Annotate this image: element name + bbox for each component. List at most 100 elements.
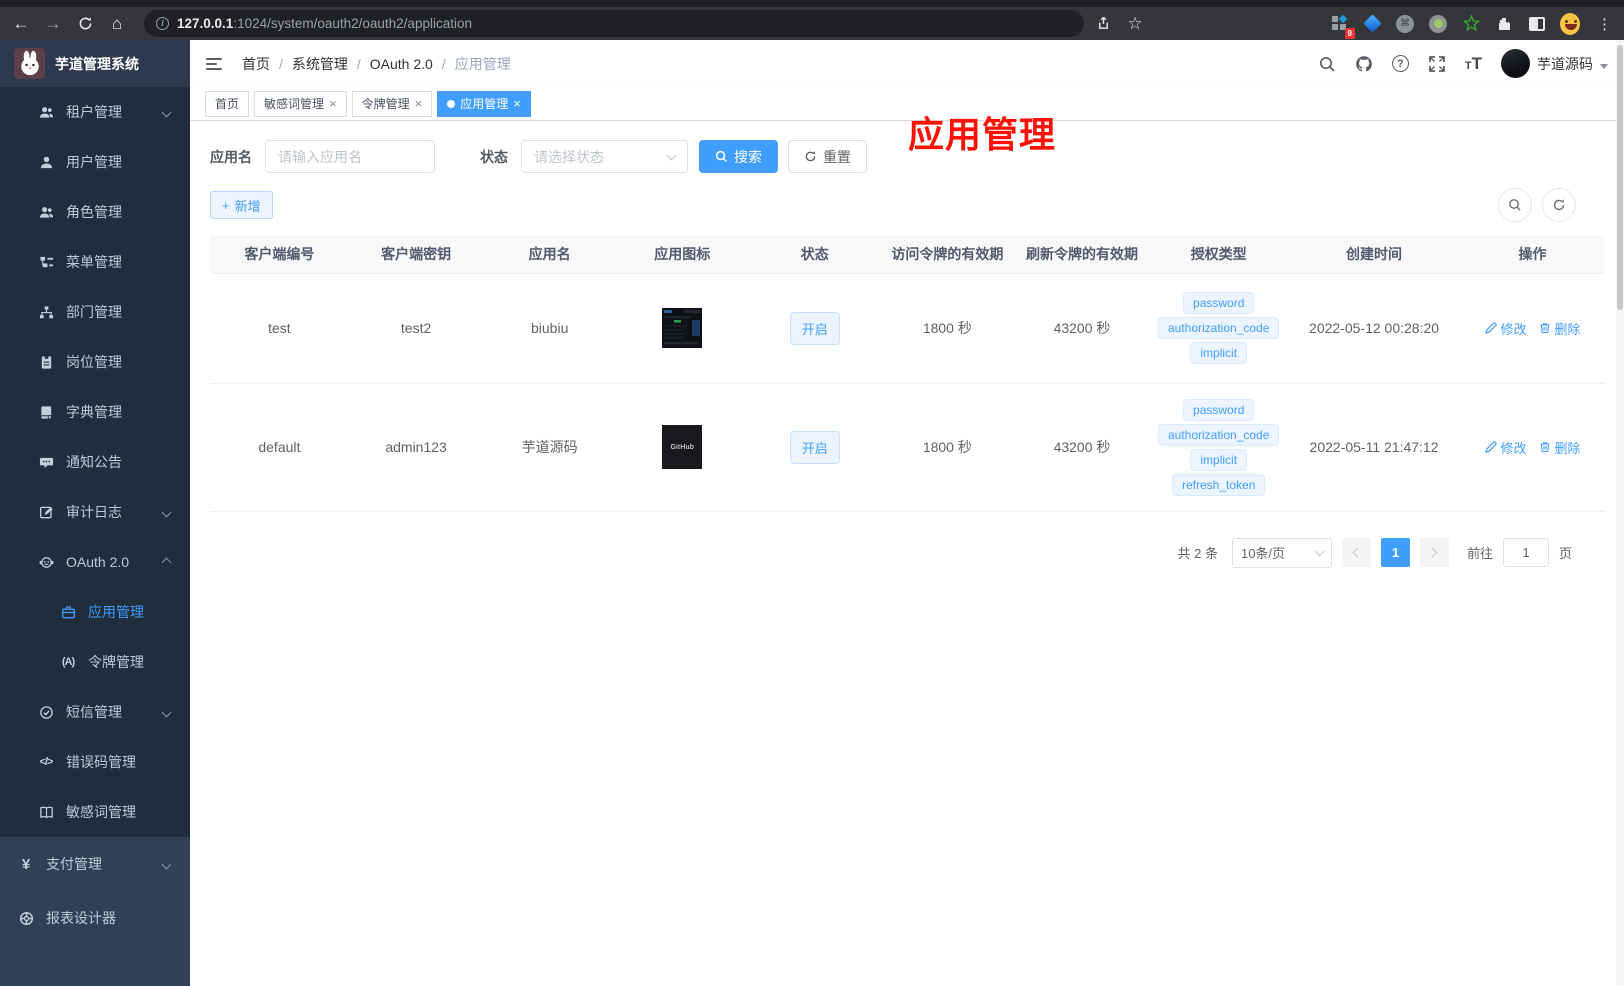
app-name-input[interactable] [265, 140, 435, 173]
sidebar-item-token-management[interactable]: (A) 令牌管理 [0, 637, 190, 687]
sidebar-item-label: 令牌管理 [88, 654, 144, 670]
breadcrumb-separator: / [441, 55, 446, 72]
sidebar-item-audit-log[interactable]: 审计日志 [0, 487, 190, 537]
refresh-table-button[interactable] [1542, 188, 1576, 222]
toggle-search-button[interactable] [1498, 188, 1532, 222]
close-icon[interactable]: × [513, 97, 521, 110]
cell-client-id: test [210, 273, 349, 384]
sidebar-item-label: 报表设计器 [46, 910, 116, 926]
extension-tiles-icon[interactable]: 9 [1329, 14, 1355, 39]
site-info-icon[interactable]: i [156, 17, 169, 30]
sidebar-item-notice-management[interactable]: 通知公告 [0, 437, 190, 487]
window-scrollbar[interactable] [1616, 40, 1624, 986]
next-page-button[interactable] [1419, 538, 1449, 567]
sidebar-item-label: 审计日志 [66, 504, 122, 520]
cell-actions: 修改 删除 [1461, 383, 1604, 512]
sidebar-item-pay-management[interactable]: ¥ 支付管理 [0, 837, 190, 891]
edit-link[interactable]: 修改 [1484, 438, 1527, 457]
grant-tag: implicit [1190, 342, 1248, 364]
browser-menu-button[interactable]: ⋮ [1593, 15, 1616, 33]
github-thumbnail[interactable]: GitHub [662, 425, 703, 469]
sidebar-item-application-management[interactable]: 应用管理 [0, 587, 190, 637]
extensions-puzzle-icon[interactable] [1494, 14, 1514, 34]
fullscreen-icon[interactable] [1428, 55, 1446, 73]
sidebar-item-oauth2[interactable]: OAuth 2.0 [0, 537, 190, 587]
tab-sensitive-words[interactable]: 敏感词管理 × [254, 90, 347, 117]
help-icon[interactable]: ? [1391, 55, 1409, 72]
sidebar-item-user-management[interactable]: 用户管理 [0, 137, 190, 187]
logo-bar[interactable]: 芋道管理系统 [0, 40, 190, 87]
sidebar-item-post-management[interactable]: 岗位管理 [0, 337, 190, 387]
extension-star-icon[interactable] [1461, 14, 1481, 34]
tab-token-management[interactable]: 令牌管理 × [351, 90, 433, 117]
browser-back-button[interactable]: ← [8, 11, 34, 37]
sidebar-item-role-management[interactable]: 角色管理 [0, 187, 190, 237]
header-grant-types: 授权类型 [1150, 235, 1288, 274]
browser-home-button[interactable]: ⌂ [104, 11, 130, 37]
grant-tag: password [1183, 292, 1255, 314]
breadcrumb-system[interactable]: 系统管理 [292, 54, 348, 74]
reset-button-label: 重置 [823, 148, 851, 165]
github-icon[interactable] [1355, 55, 1373, 73]
breadcrumb-home[interactable]: 首页 [242, 54, 270, 74]
address-bar[interactable]: i 127.0.0.1:1024/system/oauth2/oauth2/ap… [144, 10, 1084, 37]
sidebar-item-sms-management[interactable]: 短信管理 [0, 687, 190, 737]
profile-avatar[interactable] [1560, 12, 1580, 35]
sidebar-item-report-designer[interactable]: 报表设计器 [0, 891, 190, 945]
add-button[interactable]: + 新增 [210, 191, 273, 219]
extension-gem-icon[interactable] [1362, 14, 1382, 34]
sidebar-toggle-icon[interactable] [206, 54, 226, 74]
extension-record-icon[interactable] [1428, 14, 1448, 34]
tab-application-management[interactable]: 应用管理 × [437, 90, 531, 117]
sidebar-item-errorcode-management[interactable]: </> 错误码管理 [0, 737, 190, 787]
search-icon [715, 150, 728, 163]
chevron-left-icon [1353, 547, 1363, 558]
sidebar-item-menu-management[interactable]: 菜单管理 [0, 237, 190, 287]
status-select[interactable]: 请选择状态 [521, 140, 688, 173]
reset-button[interactable]: 重置 [788, 140, 867, 173]
breadcrumb-oauth2[interactable]: OAuth 2.0 [370, 56, 433, 72]
browser-reload-button[interactable] [72, 11, 98, 37]
search-button[interactable]: 搜索 [699, 140, 778, 173]
users-icon [38, 204, 54, 220]
status-select-placeholder: 请选择状态 [534, 148, 604, 165]
close-icon[interactable]: × [415, 97, 423, 110]
browser-forward-button[interactable]: → [40, 11, 66, 37]
delete-link[interactable]: 删除 [1539, 438, 1581, 457]
app-screenshot-thumbnail[interactable] [662, 308, 703, 348]
header-search-icon[interactable] [1318, 55, 1336, 73]
sidebar-item-tenant-management[interactable]: 租户管理 [0, 87, 190, 137]
extension-command-icon[interactable]: ⌘ [1395, 14, 1415, 34]
scrollbar-thumb[interactable] [1617, 45, 1623, 310]
sidebar-item-sensitive-words[interactable]: 敏感词管理 [0, 787, 190, 837]
delete-link[interactable]: 删除 [1539, 319, 1581, 338]
breadcrumb-separator: / [356, 55, 361, 72]
user-menu[interactable]: 芋道源码 [1501, 49, 1608, 78]
user-name: 芋道源码 [1537, 55, 1593, 72]
grant-tag: implicit [1190, 448, 1248, 471]
side-panel-icon[interactable] [1527, 14, 1547, 34]
bookmark-star-button[interactable]: ☆ [1122, 11, 1148, 37]
edit-link[interactable]: 修改 [1484, 319, 1527, 338]
table-row: test test2 biubiu 开启 1800 秒 43200 秒 pass… [210, 273, 1604, 384]
chevron-down-icon [1600, 64, 1608, 69]
close-icon[interactable]: × [329, 97, 337, 110]
tab-strip [0, 0, 1624, 7]
url-host: 127.0.0.1 [177, 16, 234, 31]
sidebar-item-dept-management[interactable]: 部门管理 [0, 287, 190, 337]
page-size-select[interactable]: 10条/页 [1231, 537, 1332, 568]
share-button[interactable] [1090, 11, 1116, 37]
chevron-down-icon [1314, 546, 1325, 556]
chevron-up-icon [161, 557, 172, 567]
prev-page-button[interactable] [1341, 538, 1371, 567]
extension-badge: 9 [1344, 27, 1355, 39]
page-number-button[interactable]: 1 [1380, 538, 1410, 567]
tab-home[interactable]: 首页 [205, 90, 250, 117]
refresh-icon [1553, 199, 1565, 211]
cell-grant-types: password authorization_code implicit [1150, 273, 1288, 384]
sidebar: 芋道管理系统 租户管理 用户管理 角色管理 菜单管理 部门管理 岗位管理 字典管… [0, 40, 190, 986]
font-size-icon[interactable]: TT [1465, 54, 1482, 74]
table-toolbar: + 新增 [210, 188, 1604, 222]
sidebar-item-dict-management[interactable]: 字典管理 [0, 387, 190, 437]
goto-page-input[interactable] [1502, 538, 1549, 567]
